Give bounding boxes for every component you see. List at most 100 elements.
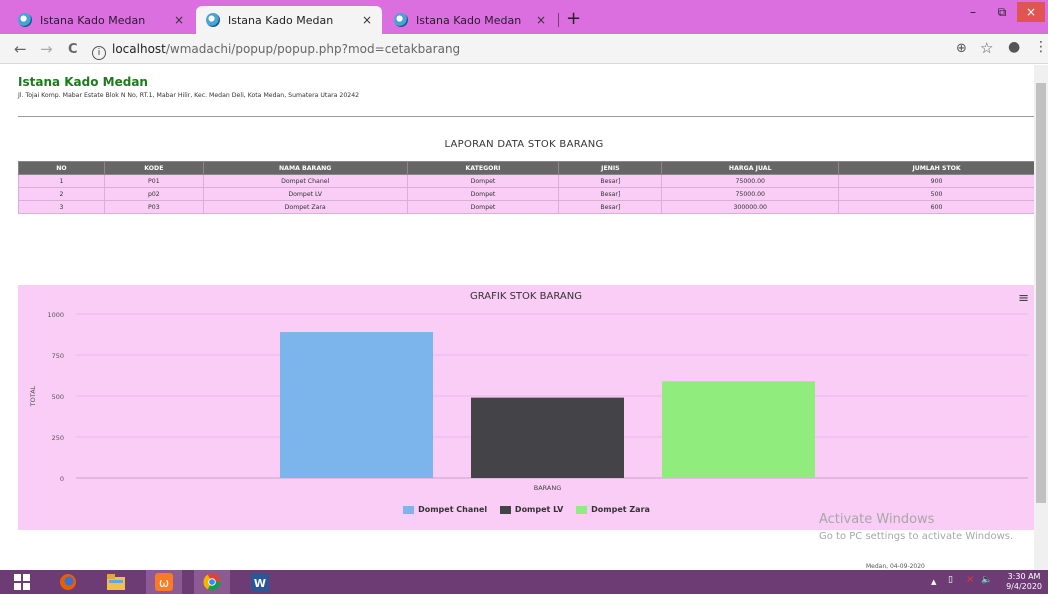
legend-label: Dompet LV (514, 505, 564, 514)
page-scrollbar[interactable] (1034, 65, 1048, 570)
tab-bar: Istana Kado Medan × Istana Kado Medan × … (0, 0, 1048, 34)
legend-label: Dompet Zara (591, 505, 650, 514)
tab-close-icon[interactable]: × (174, 13, 184, 27)
browser-tab-3[interactable]: Istana Kado Medan × (384, 6, 556, 34)
legend-swatch (576, 505, 588, 514)
profile-icon[interactable]: ● (1008, 39, 1020, 55)
table-cell: 3 (18, 200, 105, 214)
clock-date: 9/4/2020 (1006, 582, 1042, 591)
close-window-button[interactable]: × (1017, 2, 1045, 22)
bookmark-star-icon[interactable]: ☆ (980, 39, 993, 57)
table-cell: Dompet LV (202, 187, 408, 201)
svg-text:ω: ω (159, 576, 169, 590)
word-icon[interactable]: W (242, 570, 278, 594)
column-header: JENIS (558, 161, 663, 175)
browser-tab-2[interactable]: Istana Kado Medan × (196, 6, 382, 34)
favicon-icon (394, 13, 408, 27)
windows-start-icon[interactable] (4, 570, 40, 594)
company-address: Jl. Tojai Komp. Mabar Estate Blok N No, … (18, 92, 360, 99)
clock-time: 3:30 AM (1007, 572, 1041, 581)
site-info-icon[interactable]: i (92, 46, 106, 60)
table-row: 2 p02 Dompet LV Dompet Besar] 75000.00 5… (18, 187, 1035, 201)
legend-item[interactable]: Dompet Chanel (403, 505, 487, 514)
y-axis-label: TOTAL (29, 385, 37, 407)
page-content: Istana Kado Medan Jl. Tojai Komp. Mabar … (0, 65, 1048, 570)
table-cell: Besar] (558, 174, 663, 188)
report-title: LAPORAN DATA STOK BARANG (444, 139, 604, 150)
tab-divider (558, 13, 559, 27)
column-header: KATEGORI (406, 161, 560, 175)
tab-title: Istana Kado Medan (416, 13, 522, 27)
reload-icon[interactable]: C (68, 42, 78, 57)
y-tick-label: 0 (60, 475, 64, 483)
browser-menu-icon[interactable]: ⋮ (1034, 39, 1048, 55)
y-tick-label: 250 (52, 434, 64, 442)
chart-bar (280, 332, 433, 478)
favicon-icon (18, 13, 32, 27)
table-row: 1 P01 Dompet Chanel Dompet Besar] 75000.… (18, 174, 1035, 188)
legend-label: Dompet Chanel (418, 505, 488, 514)
file-explorer-icon[interactable] (98, 570, 134, 594)
chart-title: GRAFIK STOK BARANG (470, 291, 582, 302)
header-divider (18, 116, 1035, 117)
scrollbar-thumb[interactable] (1036, 83, 1046, 503)
back-icon[interactable]: ← (14, 40, 27, 58)
column-header: KODE (103, 161, 204, 175)
tray-chevron-icon[interactable]: ▲ (931, 578, 936, 586)
maximize-button[interactable]: ⧉ (988, 2, 1016, 22)
chart-menu-icon[interactable]: ≡ (1018, 291, 1029, 306)
watermark-line-1: Activate Windows (819, 512, 935, 527)
x-axis-label: BARANG (534, 484, 562, 492)
legend-swatch (499, 505, 511, 514)
stock-table: NO KODE NAMA BARANG KATEGORI JENIS HARGA… (18, 161, 1035, 214)
table-cell: Dompet Chanel (202, 174, 408, 188)
tab-close-icon[interactable]: × (536, 13, 546, 27)
chart-bar (662, 381, 815, 478)
firefox-icon[interactable] (50, 570, 86, 594)
column-header: HARGA JUAL (661, 161, 840, 175)
table-cell: Dompet (406, 200, 560, 214)
company-name: Istana Kado Medan (18, 75, 148, 89)
y-tick-label: 750 (52, 352, 64, 360)
network-error-icon: × (966, 574, 975, 585)
tab-close-icon[interactable]: × (362, 13, 372, 27)
zoom-icon[interactable]: ⊕ (956, 41, 967, 56)
activate-windows-watermark: Activate Windows Go to PC settings to ac… (819, 512, 1013, 542)
y-tick-label: 500 (52, 393, 64, 401)
network-icon[interactable]: ▯ (948, 575, 953, 585)
table-cell: 300000.00 (661, 200, 840, 214)
table-cell: Besar] (558, 200, 663, 214)
footer-date: Medan, 04-09-2020 (866, 563, 925, 570)
address-bar: ← → C i localhost/wmadachi/popup/popup.ph… (0, 34, 1048, 64)
legend-item[interactable]: Dompet LV (499, 505, 564, 514)
forward-icon[interactable]: → (40, 40, 53, 58)
url-host: localhost (112, 42, 166, 56)
table-cell: p02 (103, 187, 204, 201)
new-tab-button[interactable]: + (566, 8, 581, 29)
url-path: /wmadachi/popup/popup.php?mod=cetakbaran… (165, 42, 461, 56)
watermark-line-2: Go to PC settings to activate Windows. (819, 531, 1014, 542)
system-clock[interactable]: 3:30 AM 9/4/2020 (1006, 572, 1042, 592)
url-field[interactable]: i localhost/wmadachi/popup/popup.php?mod=… (92, 38, 938, 60)
table-cell: Besar] (558, 187, 663, 201)
table-header-row: NO KODE NAMA BARANG KATEGORI JENIS HARGA… (18, 161, 1035, 175)
table-cell: 2 (18, 187, 105, 201)
svg-text:W: W (254, 577, 266, 590)
table-cell: 1 (18, 174, 105, 188)
speaker-icon[interactable]: 🔈 (981, 575, 992, 585)
browser-tab-1[interactable]: Istana Kado Medan × (8, 6, 194, 34)
table-row: 3 P03 Dompet Zara Dompet Besar] 300000.0… (18, 200, 1035, 214)
table-cell: Dompet (406, 187, 560, 201)
favicon-icon (206, 13, 220, 27)
table-cell: P01 (103, 174, 204, 188)
column-header: NO (18, 161, 105, 175)
table-cell: 500 (838, 187, 1035, 201)
legend-item[interactable]: Dompet Zara (576, 505, 650, 514)
xampp-icon[interactable]: ω (146, 570, 182, 594)
chrome-icon[interactable] (194, 570, 230, 594)
table-cell: Dompet (406, 174, 560, 188)
column-header: NAMA BARANG (202, 161, 408, 175)
legend-swatch (403, 505, 415, 514)
minimize-button[interactable]: – (959, 2, 987, 22)
table-cell: Dompet Zara (202, 200, 408, 214)
